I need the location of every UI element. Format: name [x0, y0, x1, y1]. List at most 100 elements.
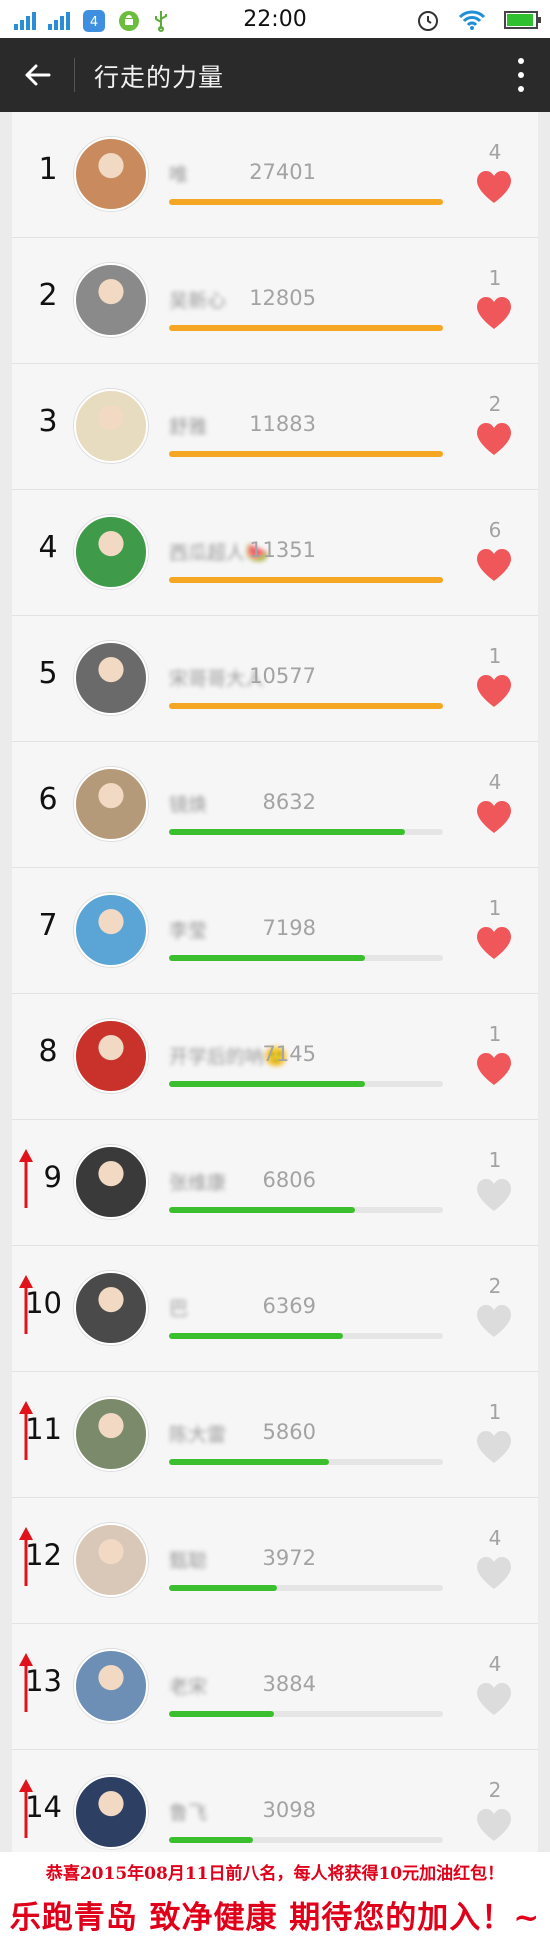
progress-bar-fill: [169, 1459, 330, 1465]
ranking-row[interactable]: 12 甄聪 3972 4: [12, 1498, 538, 1624]
step-count: 3884: [262, 1672, 316, 1696]
avatar[interactable]: [74, 1145, 148, 1219]
progress-bar: [169, 1711, 443, 1717]
ranking-row[interactable]: 13 老宋 3884 4: [12, 1624, 538, 1750]
heart-icon[interactable]: [475, 1052, 513, 1086]
like-count: 6: [488, 518, 502, 542]
user-name: 张维康: [169, 1172, 227, 1194]
avatar[interactable]: [74, 641, 148, 715]
avatar[interactable]: [74, 1271, 148, 1345]
heart-icon[interactable]: [475, 1178, 513, 1212]
avatar[interactable]: [74, 1397, 148, 1471]
user-name: 吴新心: [169, 290, 227, 312]
heart-icon[interactable]: [475, 1808, 513, 1842]
progress-bar-fill: [169, 451, 443, 457]
ranking-row[interactable]: 6 镜焕 8632 4: [12, 742, 538, 868]
ranking-row[interactable]: 9 张维康 6806 1: [12, 1120, 538, 1246]
like-count: 4: [488, 1526, 502, 1550]
step-count: 10577: [249, 664, 316, 688]
avatar[interactable]: [74, 1523, 148, 1597]
banner-congrats-text: 恭喜2015年08月11日前八名，每人将获得10元加油红包！: [45, 1864, 505, 1884]
app-bar-divider: [74, 58, 75, 92]
progress-bar-fill: [169, 1711, 275, 1717]
rank-number: 10: [25, 1286, 62, 1320]
wifi-icon: [458, 10, 486, 30]
progress-bar-fill: [169, 577, 443, 583]
progress-bar-fill: [169, 1081, 365, 1087]
step-count: 3972: [262, 1546, 316, 1570]
heart-icon[interactable]: [475, 548, 513, 582]
progress-bar: [169, 577, 443, 583]
avatar[interactable]: [74, 515, 148, 589]
avatar[interactable]: [74, 1775, 148, 1849]
like-count: 4: [488, 1652, 502, 1676]
progress-bar-fill: [169, 955, 365, 961]
progress-bar: [169, 829, 443, 835]
rank-number: 12: [25, 1538, 62, 1572]
ranking-row[interactable]: 10 巴 6369 2: [12, 1246, 538, 1372]
heart-icon[interactable]: [475, 1304, 513, 1338]
heart-icon[interactable]: [475, 1682, 513, 1716]
like-count: 4: [488, 770, 502, 794]
progress-bar: [169, 199, 443, 205]
ranking-row[interactable]: 14 鲁飞 3098 2: [12, 1750, 538, 1852]
like-count: 2: [488, 1778, 502, 1802]
heart-icon[interactable]: [475, 1556, 513, 1590]
step-count: 6806: [262, 1168, 316, 1192]
overflow-menu-button[interactable]: [506, 54, 536, 96]
avatar[interactable]: [74, 893, 148, 967]
heart-icon[interactable]: [475, 422, 513, 456]
step-count: 11883: [249, 412, 316, 436]
progress-bar: [169, 1207, 443, 1213]
avatar[interactable]: [74, 1649, 148, 1723]
progress-bar-fill: [169, 325, 443, 331]
ranking-row[interactable]: 11 陈大雷 5860 1: [12, 1372, 538, 1498]
ranking-row[interactable]: 5 宋哥哥大人 10577 1: [12, 616, 538, 742]
step-count: 3098: [262, 1798, 316, 1822]
heart-icon[interactable]: [475, 800, 513, 834]
ranking-row[interactable]: 2 吴新心 12805 1: [12, 238, 538, 364]
progress-bar-fill: [169, 829, 405, 835]
avatar[interactable]: [74, 767, 148, 841]
progress-bar: [169, 955, 443, 961]
promo-banner: 恭喜2015年08月11日前八名，每人将获得10元加油红包！ 乐跑青岛 致净健康…: [0, 1852, 550, 1955]
progress-bar: [169, 1837, 443, 1843]
status-icons-right: [416, 8, 541, 32]
rank-number: 9: [43, 1160, 62, 1194]
step-count: 6369: [262, 1294, 316, 1318]
ranking-row[interactable]: 3 舒雅 11883 2: [12, 364, 538, 490]
heart-icon[interactable]: [475, 170, 513, 204]
user-name: 陈大雷: [169, 1424, 227, 1446]
ranking-row[interactable]: 1 唯 27401 4: [12, 112, 538, 238]
step-count: 7145: [262, 1042, 316, 1066]
rank-number: 14: [25, 1790, 62, 1824]
page-title: 行走的力量: [94, 63, 225, 92]
heart-icon[interactable]: [475, 1430, 513, 1464]
ranking-list: 1 唯 27401 4 2 吴新心 12805 1 3 舒雅 11883 2 4 西瓜超人🍉 11351 6 5…: [12, 112, 538, 1852]
back-arrow-icon: [25, 64, 51, 86]
like-count: 1: [488, 1022, 502, 1046]
progress-bar-fill: [169, 1207, 356, 1213]
progress-bar: [169, 1081, 443, 1087]
progress-bar-fill: [169, 703, 443, 709]
like-count: 1: [488, 896, 502, 920]
user-name: 唯: [169, 164, 189, 186]
progress-bar: [169, 703, 443, 709]
avatar[interactable]: [74, 263, 148, 337]
user-name: 李莹: [169, 920, 208, 942]
rank-number: 13: [25, 1664, 62, 1698]
progress-bar-fill: [169, 1585, 278, 1591]
heart-icon[interactable]: [475, 296, 513, 330]
ranking-row[interactable]: 8 开学后的呐🙂 7145 1: [12, 994, 538, 1120]
heart-icon[interactable]: [475, 674, 513, 708]
heart-icon[interactable]: [475, 926, 513, 960]
overflow-menu-icon: [518, 58, 524, 64]
avatar[interactable]: [74, 137, 148, 211]
app-bar: 行走的力量: [0, 38, 550, 112]
progress-bar: [169, 1333, 443, 1339]
avatar[interactable]: [74, 389, 148, 463]
ranking-row[interactable]: 7 李莹 7198 1: [12, 868, 538, 994]
ranking-row[interactable]: 4 西瓜超人🍉 11351 6: [12, 490, 538, 616]
avatar[interactable]: [74, 1019, 148, 1093]
back-button[interactable]: [18, 56, 56, 94]
